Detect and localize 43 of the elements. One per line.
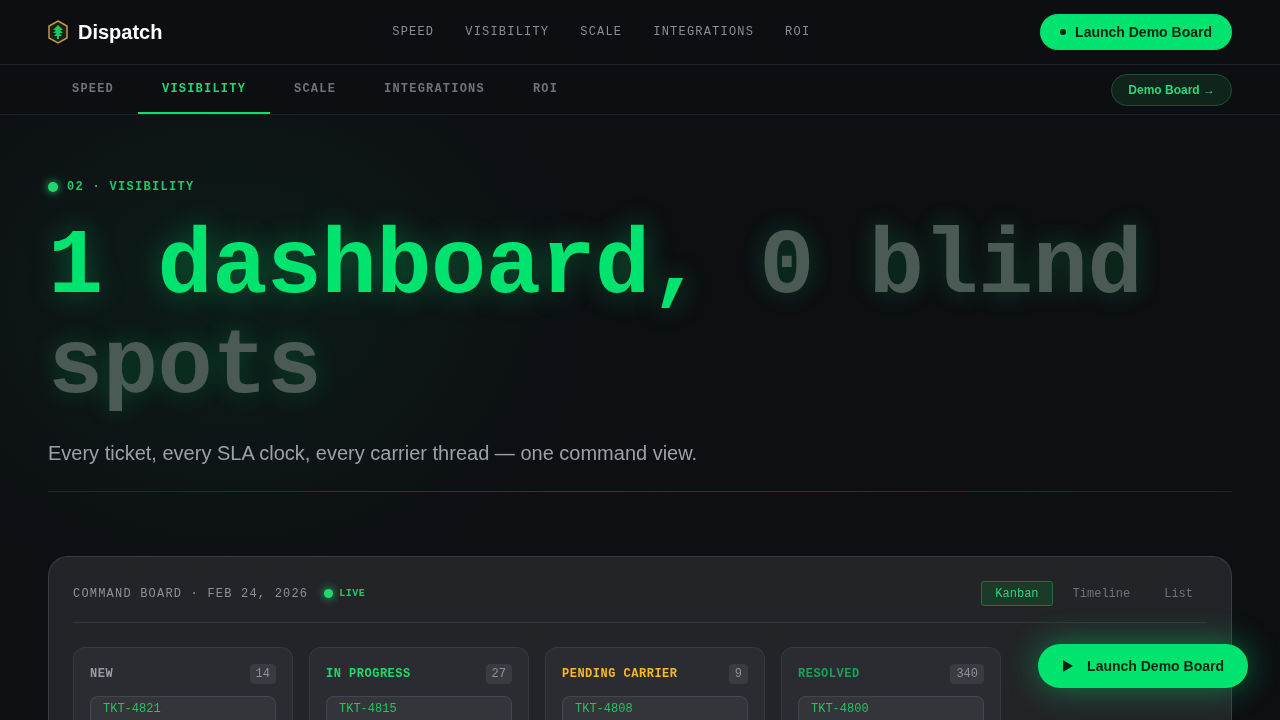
column-title: IN PROGRESS: [326, 667, 411, 681]
nav-link[interactable]: SPEED: [392, 25, 435, 39]
hexagon-logo-icon: [48, 20, 68, 44]
ticket-id: TKT-4808: [575, 702, 634, 716]
launch-demo-button[interactable]: Launch Demo Board: [1040, 14, 1232, 50]
dot-icon: [1060, 29, 1067, 35]
board-title: COMMAND BOARD · FEB 24, 2026: [73, 586, 309, 601]
section-eyebrow: 02 · VISIBILITY: [67, 180, 195, 194]
live-dot-icon: [324, 589, 334, 598]
subtitle: Every ticket, every SLA clock, every carrier thread — one command view.: [48, 441, 699, 466]
nav-link[interactable]: ROI: [785, 25, 811, 39]
column-count: 14: [249, 664, 276, 684]
headline: 1 dashboard, 0 blind spots: [48, 218, 1144, 418]
live-status: LIVE: [339, 588, 366, 599]
column-count: 9: [728, 664, 748, 684]
ticket-card[interactable]: TKT-4808: [562, 696, 748, 720]
section-tab[interactable]: VISIBILITY: [138, 65, 271, 114]
column-count: 340: [950, 664, 984, 684]
view-tab[interactable]: Timeline: [1058, 581, 1145, 606]
column-title: NEW: [90, 667, 114, 681]
ticket-card[interactable]: TKT-4815: [326, 696, 512, 720]
column-title: RESOLVED: [798, 667, 860, 681]
nav-link[interactable]: SCALE: [580, 25, 623, 39]
play-icon: [1063, 660, 1074, 672]
nav-link[interactable]: INTEGRATIONS: [653, 25, 755, 39]
view-tab[interactable]: List: [1150, 581, 1207, 606]
column-count: 27: [485, 664, 512, 684]
view-tab[interactable]: Kanban: [981, 581, 1053, 606]
nav-link[interactable]: VISIBILITY: [465, 25, 550, 39]
ticket-card[interactable]: TKT-4821: [90, 696, 276, 720]
ticket-id: TKT-4800: [811, 702, 870, 716]
status-dot-icon: [48, 182, 58, 192]
ticket-card[interactable]: TKT-4800: [798, 696, 984, 720]
column-title: PENDING CARRIER: [562, 667, 678, 681]
section-tab[interactable]: SCALE: [270, 65, 361, 114]
section-tab[interactable]: INTEGRATIONS: [360, 65, 509, 114]
demo-board-button[interactable]: Demo Board →: [1111, 73, 1232, 106]
ticket-id: TKT-4821: [103, 702, 162, 716]
section-tab[interactable]: SPEED: [48, 65, 138, 114]
launch-demo-button[interactable]: Launch Demo Board: [1038, 644, 1248, 688]
ticket-id: TKT-4815: [339, 702, 398, 716]
section-tab[interactable]: ROI: [508, 65, 583, 114]
brand-name[interactable]: Dispatch: [78, 20, 163, 44]
